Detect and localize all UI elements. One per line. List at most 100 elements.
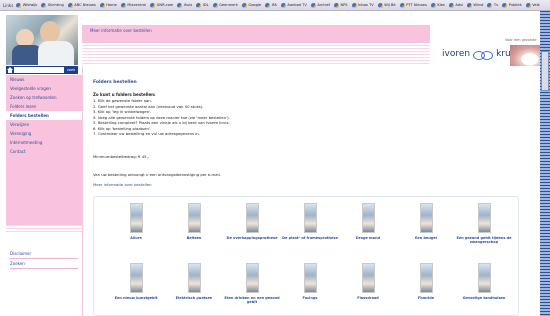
instructions-heading: Zo kunt u folders bestellen:	[93, 92, 156, 97]
folder-item[interactable]: Flossdraad	[340, 263, 396, 300]
links-bar-item[interactable]: Kies	[430, 2, 445, 8]
folder-thumbnail[interactable]	[129, 263, 143, 293]
nav-item-internetmeeting[interactable]: Internetmeeting	[6, 138, 82, 147]
links-bar-item[interactable]: ABC Nieuws	[67, 2, 96, 8]
nav-item-nieuws[interactable]: Nieuws	[6, 75, 82, 84]
folder-item[interactable]: De overkappingsprothese	[224, 203, 280, 240]
folder-title-link[interactable]: Flossdraad	[340, 296, 396, 300]
links-bar-item[interactable]: Geenmerk	[212, 2, 238, 8]
ie-page-icon	[265, 2, 271, 8]
folder-item[interactable]: De plaat- of framesprothese	[282, 203, 338, 240]
folder-thumbnail[interactable]	[245, 263, 259, 293]
links-bar-item[interactable]: Stichting	[41, 2, 64, 8]
links-bar-item[interactable]: GNR.com	[150, 2, 173, 8]
folder-title-link[interactable]: De overkappingsprothese	[224, 236, 280, 240]
links-bar-item[interactable]: Winst	[466, 2, 483, 8]
ie-page-icon	[41, 2, 47, 8]
header-info-link[interactable]: Meer informatie over bestellen	[90, 28, 152, 33]
folder-item[interactable]: Een gezond gebit tijdens de zwangerschap	[456, 203, 512, 245]
search-input[interactable]	[14, 67, 64, 73]
scrollbar[interactable]	[540, 11, 550, 316]
links-bar-item[interactable]: Publiek	[502, 2, 522, 8]
links-bar-item[interactable]: IDL	[196, 2, 209, 8]
folder-item[interactable]: Eten drinken en een gezond gebit	[224, 263, 280, 305]
folder-item[interactable]: Gevoelige tandhalsen	[456, 263, 512, 300]
folder-item[interactable]: Allure	[108, 203, 164, 240]
folder-title-link[interactable]: Elektrisch poetsen	[166, 296, 222, 300]
folder-thumbnail[interactable]	[361, 203, 375, 233]
right-gutter	[522, 66, 540, 316]
folder-thumbnail[interactable]	[187, 263, 201, 293]
more-info-link[interactable]: Meer informatie over bestellen	[93, 182, 152, 187]
links-bar-item[interactable]: Tv	[487, 2, 498, 8]
folder-title-link[interactable]: Beitsen	[166, 236, 222, 240]
main-navigation: Nieuws Veelgestelde vragen Zoeken op trefw…	[6, 75, 83, 225]
folder-thumbnail[interactable]	[419, 203, 433, 233]
links-bar-item[interactable]: Mixcentral	[120, 2, 146, 8]
ie-page-icon	[487, 2, 493, 8]
nav-item-verwijzen[interactable]: Verwijzen	[6, 120, 82, 129]
folder-thumbnail[interactable]	[129, 203, 143, 233]
folder-thumbnail[interactable]	[187, 203, 201, 233]
folder-item[interactable]: Een nieuw kunstgebit	[108, 263, 164, 300]
folder-title-link[interactable]: Droge mond	[340, 236, 396, 240]
folder-title-link[interactable]: Eten drinken en een gezond gebit	[224, 296, 280, 305]
nav-item-zoeken[interactable]: Zoeken	[6, 259, 82, 268]
links-bar-item[interactable]: Aanbod TV	[280, 2, 307, 8]
nav-item-veelgestelde-vragen[interactable]: Veelgestelde vragen	[6, 84, 82, 93]
site-header: Meer informatie over bestellen Voor een …	[0, 11, 550, 71]
home-icon[interactable]	[7, 67, 13, 73]
ivoren-kruis-logo[interactable]: ivoren kruis	[442, 49, 518, 60]
folder-item[interactable]: Elektrisch poetsen	[166, 263, 222, 300]
folder-item[interactable]: Een beugel	[398, 203, 454, 240]
folder-title-link[interactable]: Facings	[282, 296, 338, 300]
links-bar-item[interactable]: Home	[99, 2, 117, 8]
nav-item-disclaimer[interactable]: Disclaimer	[6, 249, 82, 258]
folder-thumbnail[interactable]	[477, 263, 491, 293]
links-bar-item[interactable]: Valk	[525, 2, 540, 8]
nav-divider	[10, 268, 78, 269]
ie-page-icon	[448, 2, 454, 8]
ie-page-icon	[212, 2, 218, 8]
links-bar-item[interactable]: Ihuis	[177, 2, 192, 8]
folder-title-link[interactable]: Fluoride	[398, 296, 454, 300]
links-bar-item[interactable]: IFA	[265, 2, 277, 8]
folder-item[interactable]: Beitsen	[166, 203, 222, 240]
folder-thumbnail[interactable]	[419, 263, 433, 293]
folder-thumbnail[interactable]	[303, 263, 317, 293]
secondary-navigation: Disclaimer Zoeken	[6, 249, 82, 269]
links-bar-item[interactable]: Wikiwijk	[16, 2, 37, 8]
order-step: 5. Bestelling compleet? Plaats een vinkj…	[93, 120, 230, 125]
links-bar-item[interactable]: Archief	[310, 2, 330, 8]
links-label: Links	[3, 2, 14, 8]
folder-item[interactable]: Fluoride	[398, 263, 454, 300]
ie-page-icon	[377, 2, 383, 8]
nav-item-contact[interactable]: Contact	[6, 147, 82, 156]
nav-item-folders-bestellen[interactable]: Folders bestellen	[6, 111, 83, 120]
folder-thumbnail[interactable]	[303, 203, 317, 233]
folder-thumbnail[interactable]	[361, 263, 375, 293]
nav-item-folders-lezen[interactable]: Folders lezen	[6, 102, 82, 111]
folder-title-link[interactable]: Een beugel	[398, 236, 454, 240]
links-bar-item[interactable]: Wij Bit	[377, 2, 396, 8]
folder-title-link[interactable]: Allure	[108, 236, 164, 240]
minimum-order: Minimumbestelbedrag: € 45,-	[93, 154, 150, 159]
folder-title-link[interactable]: Gevoelige tandhalsen	[456, 296, 512, 300]
folder-item[interactable]: Facings	[282, 263, 338, 300]
folder-thumbnail[interactable]	[245, 203, 259, 233]
folder-title-link[interactable]: De plaat- of framesprothese	[282, 236, 338, 240]
links-bar-item[interactable]: Inbox TV	[351, 2, 374, 8]
folder-title-link[interactable]: Een gezond gebit tijdens de zwangerschap	[456, 236, 512, 245]
links-bar-item[interactable]: Google	[241, 2, 261, 8]
folder-thumbnail[interactable]	[477, 203, 491, 233]
links-bar-item[interactable]: NPS	[333, 2, 348, 8]
nav-item-zoeken-op-trefwoorden[interactable]: Zoeken op trefwoorden	[6, 93, 82, 102]
links-bar-item[interactable]: PTT Nieuws	[399, 2, 427, 8]
scrollbar-thumb[interactable]	[541, 51, 549, 91]
nav-item-vereniging[interactable]: Vereniging	[6, 129, 82, 138]
search-go-button[interactable]: zoek	[67, 68, 75, 72]
links-bar-item[interactable]: Adsl	[448, 2, 463, 8]
folder-item[interactable]: Droge mond	[340, 203, 396, 240]
ie-page-icon	[351, 2, 357, 8]
folder-title-link[interactable]: Een nieuw kunstgebit	[108, 296, 164, 300]
